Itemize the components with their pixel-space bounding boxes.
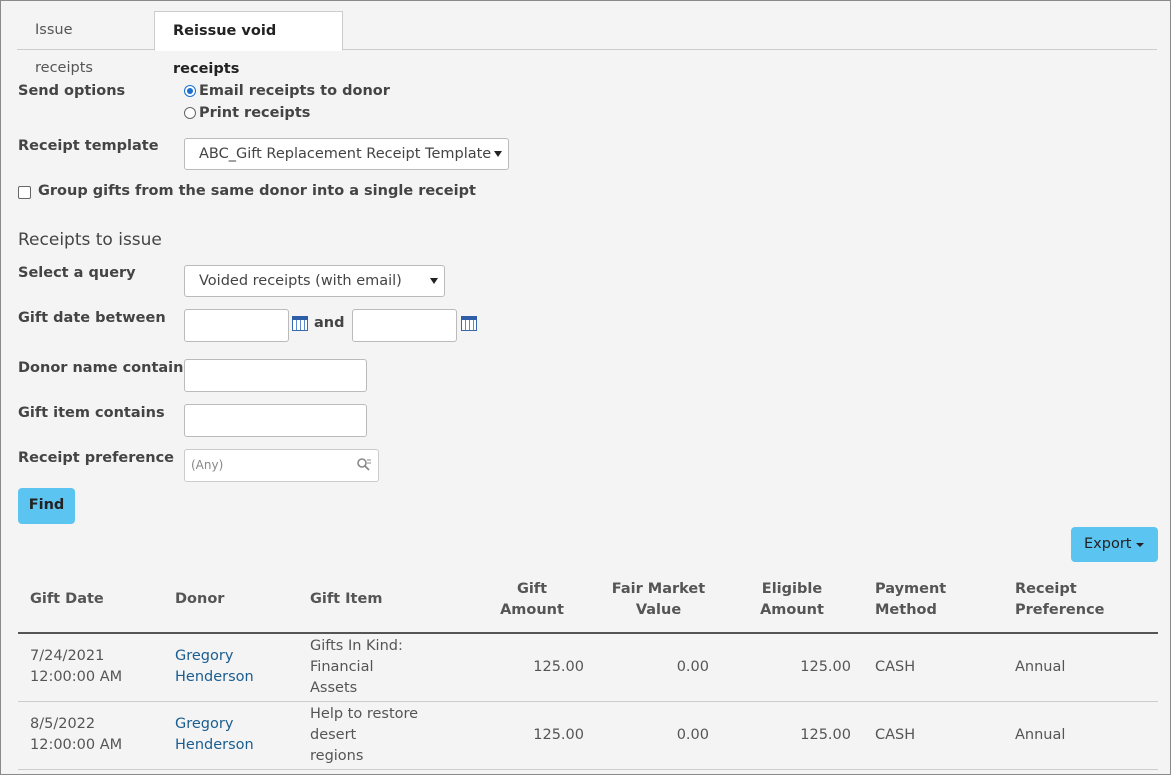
tab-reissue-void-receipts[interactable]: Reissue void receipts xyxy=(154,11,343,77)
cell-receipt-preference: Annual xyxy=(1003,701,1158,770)
donor-name-input[interactable] xyxy=(184,359,367,392)
col-donor[interactable]: Donor xyxy=(163,567,298,634)
radio-selected-icon[interactable] xyxy=(184,85,196,97)
tab-issue-receipts[interactable]: Issue receipts xyxy=(17,11,151,76)
tab-bar: Issue receipts Reissue void receipts xyxy=(17,11,1157,77)
cell-fair-market-value: 0.00 xyxy=(596,633,721,702)
radio-email-label: Email receipts to donor xyxy=(199,83,390,99)
find-button[interactable]: Find xyxy=(18,488,75,524)
receipts-table: Gift Date Donor Gift Item Gift Amount Fai… xyxy=(18,567,1158,770)
col-gift-item[interactable]: Gift Item xyxy=(298,567,468,634)
gift-item-label: Gift item contains xyxy=(18,405,165,421)
cell-gift-item: Help to restore desert regions xyxy=(298,701,468,770)
cell-payment-method: CASH xyxy=(863,633,1003,702)
chevron-down-icon xyxy=(430,278,438,284)
table-header-row: Gift Date Donor Gift Item Gift Amount Fai… xyxy=(18,567,1158,634)
table-row: 8/5/2022 12:00:00 AM Gregory Henderson Hel… xyxy=(18,701,1158,770)
receipt-template-label: Receipt template xyxy=(18,138,159,154)
send-options-label: Send options xyxy=(18,83,126,99)
col-receipt-preference[interactable]: Receipt Preference xyxy=(1003,567,1158,634)
col-gift-date[interactable]: Gift Date xyxy=(18,567,163,634)
search-list-icon[interactable] xyxy=(356,457,372,473)
receipts-to-issue-title: Receipts to issue xyxy=(18,230,162,250)
and-label: and xyxy=(314,315,345,331)
query-select[interactable]: Voided receipts (with email) xyxy=(184,265,445,297)
receipt-template-select[interactable]: ABC_Gift Replacement Receipt Template xyxy=(184,138,509,170)
col-gift-amount[interactable]: Gift Amount xyxy=(468,567,596,634)
col-payment-method[interactable]: Payment Method xyxy=(863,567,1003,634)
gift-date-from-input[interactable] xyxy=(184,309,289,342)
receipt-preference-label: Receipt preference xyxy=(18,450,175,466)
table-row: 7/24/2021 12:00:00 AM Gregory Henderson Gi… xyxy=(18,633,1158,702)
group-gifts-checkbox[interactable] xyxy=(18,186,31,199)
calendar-icon[interactable] xyxy=(292,316,308,331)
calendar-icon[interactable] xyxy=(461,316,477,331)
cell-gift-date: 7/24/2021 12:00:00 AM xyxy=(18,633,163,702)
receipts-panel: Issue receipts Reissue void receipts Sen… xyxy=(0,0,1171,775)
col-eligible-amount[interactable]: Eligible Amount xyxy=(721,567,863,634)
radio-print-receipts[interactable]: Print receipts xyxy=(184,105,310,121)
cell-eligible-amount: 125.00 xyxy=(721,701,863,770)
cell-donor: Gregory Henderson xyxy=(163,633,298,702)
select-query-label: Select a query xyxy=(18,265,136,281)
gift-item-input[interactable] xyxy=(184,404,367,437)
donor-link[interactable]: Gregory Henderson xyxy=(175,648,254,685)
receipt-preference-placeholder: (Any) xyxy=(191,458,224,472)
donor-link[interactable]: Gregory Henderson xyxy=(175,716,254,753)
cell-gift-item: Gifts In Kind: Financial Assets xyxy=(298,633,468,702)
export-label: Export xyxy=(1084,536,1132,552)
gift-date-to-input[interactable] xyxy=(352,309,457,342)
cell-receipt-preference: Annual xyxy=(1003,633,1158,702)
cell-eligible-amount: 125.00 xyxy=(721,633,863,702)
cell-gift-date: 8/5/2022 12:00:00 AM xyxy=(18,701,163,770)
export-button[interactable]: Export xyxy=(1071,527,1158,562)
query-select-value: Voided receipts (with email) xyxy=(199,273,402,289)
gift-date-label: Gift date between xyxy=(18,310,166,326)
chevron-down-icon xyxy=(494,151,502,157)
cell-gift-amount: 125.00 xyxy=(468,633,596,702)
cell-gift-amount: 125.00 xyxy=(468,701,596,770)
col-fair-market-value[interactable]: Fair Market Value xyxy=(596,567,721,634)
radio-print-label: Print receipts xyxy=(199,105,311,121)
radio-unselected-icon[interactable] xyxy=(184,107,196,119)
group-gifts-label: Group gifts from the same donor into a s… xyxy=(38,183,476,199)
cell-payment-method: CASH xyxy=(863,701,1003,770)
receipt-preference-search[interactable]: (Any) xyxy=(184,449,379,482)
radio-email-receipts[interactable]: Email receipts to donor xyxy=(184,83,390,99)
cell-fair-market-value: 0.00 xyxy=(596,701,721,770)
donor-name-label: Donor name contains xyxy=(18,360,193,376)
caret-down-icon xyxy=(1136,543,1144,547)
cell-donor: Gregory Henderson xyxy=(163,701,298,770)
receipt-template-value: ABC_Gift Replacement Receipt Template xyxy=(199,146,492,162)
